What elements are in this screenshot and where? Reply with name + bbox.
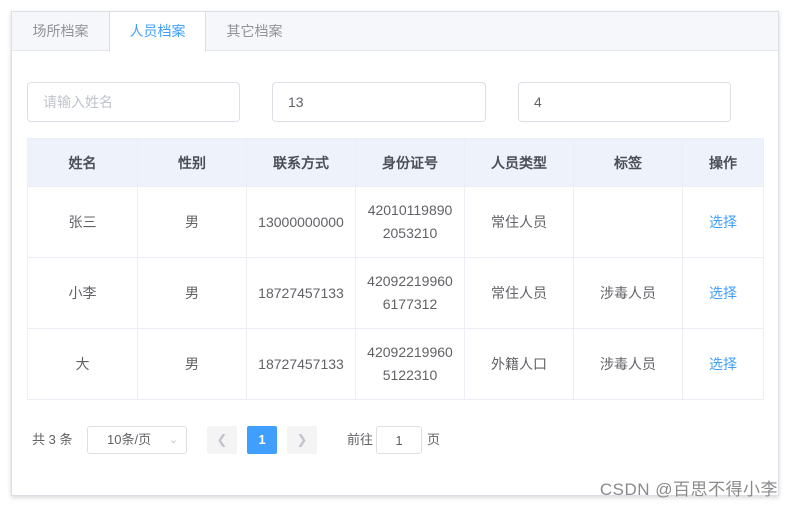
cell-name: 大 xyxy=(27,328,138,400)
page-number-button[interactable]: 1 xyxy=(247,426,277,454)
cell-tag xyxy=(573,186,683,258)
goto-label: 前往 xyxy=(347,432,374,447)
cell-person-type: 常住人员 xyxy=(464,186,574,258)
column-header-gender: 性别 xyxy=(137,138,247,187)
name-search-input[interactable] xyxy=(27,82,240,122)
page-size-value: 10条/页 xyxy=(107,432,152,447)
total-count: 共 3 条 xyxy=(32,432,73,447)
watermark: CSDN @百思不得小李 xyxy=(599,480,778,499)
cell-person-type: 外籍人口 xyxy=(464,328,574,400)
cell-phone: 18727457133 xyxy=(246,328,356,400)
cell-gender: 男 xyxy=(137,257,247,329)
column-header-name: 姓名 xyxy=(27,138,138,187)
cell-name: 小李 xyxy=(27,257,138,329)
pagination: 共 3 条 10条/页 ⌄ ❮ 1 ❯ 前往 页 xyxy=(12,426,778,454)
cell-phone: 18727457133 xyxy=(246,257,356,329)
cell-id-number: 420922199605122310 xyxy=(355,328,465,400)
page-suffix-label: 页 xyxy=(427,432,441,447)
cell-action: 选择 xyxy=(682,186,764,258)
select-link[interactable]: 选择 xyxy=(709,356,737,372)
cell-name: 张三 xyxy=(27,186,138,258)
column-header-id-number: 身份证号 xyxy=(355,138,465,187)
tab-venue-archive[interactable]: 场所档案 xyxy=(12,12,109,51)
table-header-row: 姓名 性别 联系方式 身份证号 人员类型 标签 操作 xyxy=(27,138,764,187)
archive-card: 场所档案 人员档案 其它档案 姓名 性别 联系方式 身份证号 人员类型 标签 操… xyxy=(11,11,779,496)
tab-other-archive[interactable]: 其它档案 xyxy=(206,12,303,51)
filter-input-2[interactable] xyxy=(272,82,486,122)
tab-person-archive[interactable]: 人员档案 xyxy=(109,12,206,52)
table-row: 张三 男 13000000000 420101198902053210 常住人员… xyxy=(27,186,764,258)
goto-page-input[interactable] xyxy=(376,426,422,454)
column-header-action: 操作 xyxy=(682,138,764,187)
table-row: 小李 男 18727457133 420922199606177312 常住人员… xyxy=(27,257,764,329)
filter-input-3[interactable] xyxy=(518,82,731,122)
select-link[interactable]: 选择 xyxy=(709,285,737,301)
cell-person-type: 常住人员 xyxy=(464,257,574,329)
prev-page-button[interactable]: ❮ xyxy=(207,426,237,454)
cell-tag: 涉毒人员 xyxy=(573,257,683,329)
column-header-tag: 标签 xyxy=(573,138,683,187)
column-header-phone: 联系方式 xyxy=(246,138,356,187)
cell-phone: 13000000000 xyxy=(246,186,356,258)
cell-tag: 涉毒人员 xyxy=(573,328,683,400)
next-page-button[interactable]: ❯ xyxy=(287,426,317,454)
tabs-header: 场所档案 人员档案 其它档案 xyxy=(12,12,778,52)
person-table: 姓名 性别 联系方式 身份证号 人员类型 标签 操作 张三 男 13000000… xyxy=(27,138,764,400)
cell-action: 选择 xyxy=(682,257,764,329)
column-header-person-type: 人员类型 xyxy=(464,138,574,187)
cell-action: 选择 xyxy=(682,328,764,400)
select-link[interactable]: 选择 xyxy=(709,214,737,230)
cell-gender: 男 xyxy=(137,186,247,258)
chevron-right-icon: ❯ xyxy=(296,432,308,447)
chevron-left-icon: ❮ xyxy=(216,432,228,447)
cell-id-number: 420101198902053210 xyxy=(355,186,465,258)
chevron-down-icon: ⌄ xyxy=(168,434,178,446)
cell-gender: 男 xyxy=(137,328,247,400)
table-row: 大 男 18727457133 420922199605122310 外籍人口 … xyxy=(27,328,764,400)
page-size-select[interactable]: 10条/页 ⌄ xyxy=(87,426,187,454)
cell-id-number: 420922199606177312 xyxy=(355,257,465,329)
